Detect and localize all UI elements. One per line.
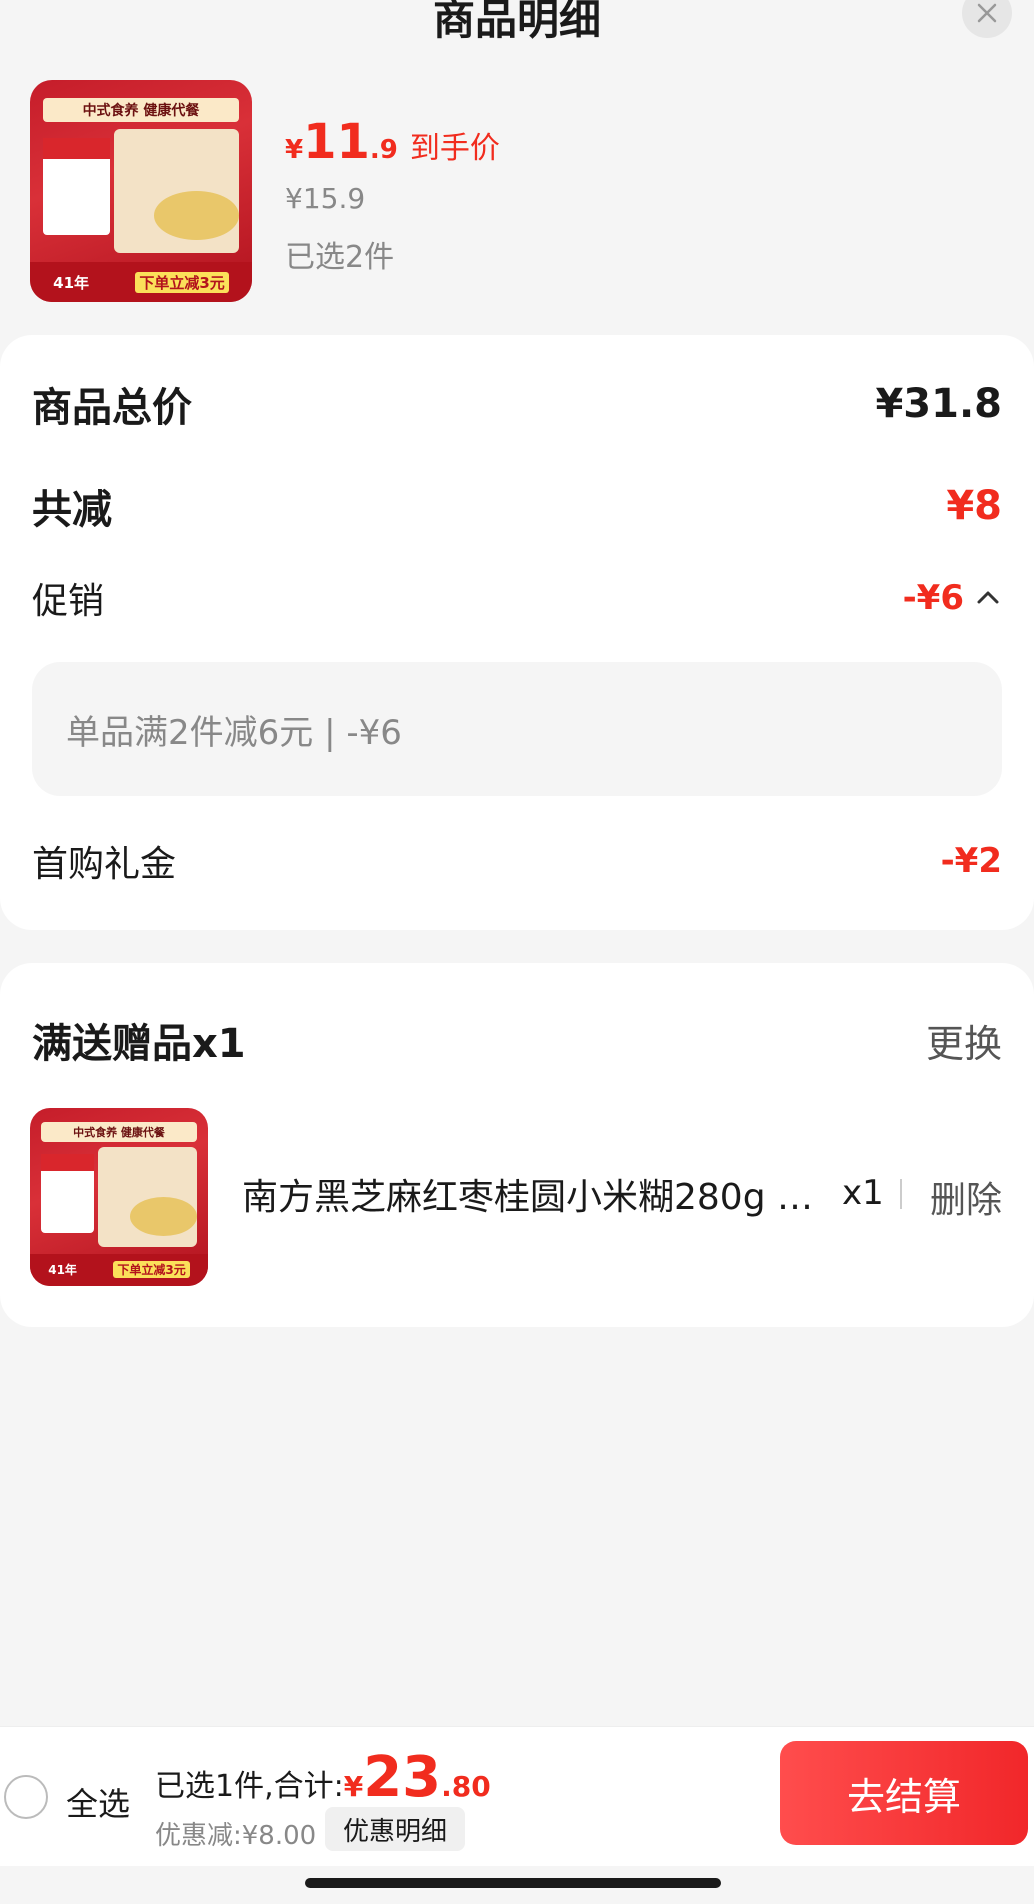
reduce-value: ¥8 [946,483,1002,529]
product-image-bowl [154,191,239,240]
product-image-headline: 中式食养 健康代餐 [43,97,239,123]
total-price-value: ¥31.8 [875,381,1002,427]
gift-image[interactable]: 中式食养 健康代餐 41年 下单立减3元 [30,1108,208,1286]
promo-value: -¥6 [902,578,964,618]
selected-count: 已选2件 [285,240,395,275]
total-decimal: .80 [441,1770,491,1803]
close-icon [977,3,997,23]
checkout-button[interactable]: 去结算 [780,1741,1028,1845]
price-decimal: .9 [369,135,398,165]
promo-detail-box: 单品满2件减6元 | -¥6 [32,662,1002,796]
header: 商品明细 [0,0,1034,60]
product-image: 中式食养 健康代餐 41年 下单立减3元 [30,80,252,302]
discount-detail-button[interactable]: 优惠明细 [325,1807,466,1851]
total-integer: 23 [363,1745,442,1810]
final-price: ¥ 11 .9 到手价 [285,114,500,170]
product-image-bottom: 41年 下单立减3元 [30,262,252,302]
product-image-years: 41年 [53,273,90,292]
total-price-row: 商品总价 ¥31.8 [32,375,1002,433]
gift-title: 满送赠品x1 [32,1021,246,1067]
discount-text: 优惠减:¥8.00 [155,1821,317,1851]
total-price-label: 商品总价 [32,385,192,431]
gift-image-bottom: 41年 下单立减3元 [30,1253,208,1286]
gift-card: 满送赠品x1 更换 中式食养 健康代餐 41年 下单立减3元 南方黑芝麻红枣桂圆… [0,963,1034,1327]
gift-image-years: 41年 [48,1263,77,1278]
product-summary: 中式食养 健康代餐 41年 下单立减3元 ¥ 11 .9 到手价 ¥15.9 已… [30,80,1010,302]
gift-image-headline: 中式食养 健康代餐 [40,1122,198,1142]
product-image-badge [43,137,110,236]
promo-detail: 单品满2件减6元 | -¥6 [66,712,402,753]
price-integer: 11 [303,114,370,170]
total-currency: ¥ [343,1770,364,1803]
home-indicator[interactable] [305,1878,721,1888]
product-image-promo: 下单立减3元 [135,271,229,293]
original-price: ¥15.9 [285,182,366,215]
gift-money-label: 首购礼金 [32,844,177,885]
price-tag: 到手价 [409,131,500,166]
gift-image-bowl [129,1197,198,1237]
promo-value-wrap[interactable]: -¥6 [903,578,1002,618]
gift-image-promo: 下单立减3元 [113,1261,190,1279]
divider [900,1179,902,1209]
order-summary: 已选1件,合计: ¥ 23 .80 [155,1745,491,1810]
select-all-radio[interactable] [4,1775,48,1819]
promo-row[interactable]: 促销 -¥6 [32,572,1002,624]
checkout-bar: 全选 已选1件,合计: ¥ 23 .80 优惠减:¥8.00 优惠明细 去结算 [0,1726,1034,1866]
chevron-up-icon[interactable] [974,584,1002,612]
promo-label: 促销 [32,581,105,622]
gift-delete-button[interactable]: 删除 [930,1171,1002,1223]
summary-text: 已选1件,合计: [155,1769,344,1804]
page-title: 商品明细 [432,0,601,44]
gift-money-row: 首购礼金 -¥2 [32,835,1002,887]
gift-image-badge [40,1154,95,1233]
gift-money-value: -¥2 [940,841,1002,881]
price-currency: ¥ [285,135,304,165]
reduce-row: 共减 ¥8 [32,477,1002,535]
select-all-label[interactable]: 全选 [66,1779,130,1825]
gift-qty: x1 [842,1173,884,1213]
reduce-label: 共减 [32,487,112,533]
gift-name[interactable]: 南方黑芝麻红枣桂圆小米糊280g … [242,1168,832,1220]
gift-change-button[interactable]: 更换 [926,1013,1002,1068]
price-breakdown-card: 商品总价 ¥31.8 共减 ¥8 促销 -¥6 单品满2件减6元 | -¥6 首… [0,335,1034,930]
